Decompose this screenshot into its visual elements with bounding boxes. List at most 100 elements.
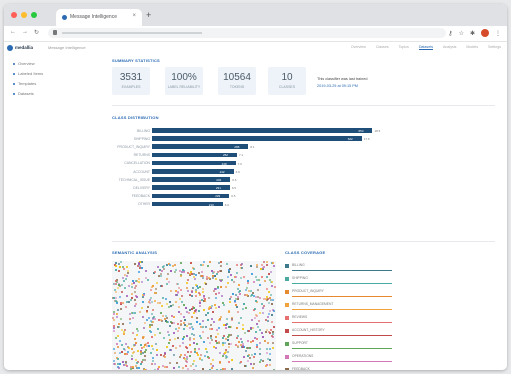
scatter-point (176, 361, 179, 364)
scatter-point (226, 282, 229, 284)
sidebar-item-overview[interactable]: Overview (4, 59, 100, 69)
scatter-point (147, 345, 150, 348)
address-input[interactable] (48, 28, 446, 38)
nav-link-topics[interactable]: Topics (399, 45, 409, 50)
coverage-item[interactable]: FEEDBACK (285, 367, 395, 370)
scatter-point (254, 275, 257, 278)
scatter-point (113, 325, 116, 328)
scatter-point (132, 280, 135, 283)
scatter-point (186, 272, 189, 275)
coverage-item[interactable]: PRODUCT_INQUIRY (285, 289, 395, 301)
scatter-point (204, 355, 207, 358)
nav-link-settings[interactable]: Settings (488, 45, 501, 50)
reload-icon[interactable]: ↻ (34, 29, 39, 36)
star-icon[interactable]: ☆ (459, 30, 464, 37)
scatter-point (141, 301, 144, 304)
sidebar-item-templates[interactable]: Templates (4, 79, 100, 89)
divider (112, 105, 495, 106)
scatter-point (228, 310, 230, 313)
scatter-point (123, 286, 126, 289)
key-icon[interactable]: ⚷ (448, 30, 452, 37)
coverage-item[interactable]: SUPPORT (285, 341, 395, 353)
browser-tab[interactable]: Message Intelligence × (56, 9, 142, 26)
tab-close-icon[interactable]: × (132, 13, 136, 19)
scatter-point (186, 367, 189, 370)
scatter-point (191, 332, 194, 335)
scatter-point (167, 273, 170, 275)
scatter-point (114, 265, 117, 268)
menu-icon[interactable]: ⋮ (495, 30, 501, 37)
maximize-window-button[interactable] (31, 12, 37, 18)
brand-name[interactable]: medallia (15, 45, 33, 50)
scatter-point (262, 311, 265, 314)
new-tab-button[interactable]: + (146, 10, 151, 20)
coverage-item[interactable]: RETURNS_MANAGEMENT (285, 302, 395, 314)
color-swatch-icon (285, 303, 289, 307)
coverage-item[interactable]: SHIPPING (285, 276, 395, 288)
scatter-point (268, 352, 271, 355)
back-icon[interactable]: ← (10, 29, 16, 36)
coverage-item[interactable]: REVIEWS (285, 315, 395, 327)
scatter-point (215, 336, 218, 339)
scatter-point (154, 288, 157, 291)
top-nav: Overview Classes Topics Datasets Analysis Mod… (351, 45, 501, 50)
bar-end-label: 8.1 (250, 145, 255, 150)
scatter-point (216, 329, 219, 332)
scatter-point (264, 340, 267, 343)
scatter-point (271, 309, 274, 312)
close-window-button[interactable] (11, 12, 17, 18)
scatter-point (197, 271, 200, 274)
bar-label: OTHER (138, 202, 150, 207)
scatter-point (117, 363, 119, 365)
scatter-point (127, 285, 130, 288)
scatter-point (138, 367, 141, 370)
stat-card-reliability: 100% LABEL RELIABILITY (165, 67, 203, 95)
forward-icon[interactable]: → (22, 29, 28, 36)
sidebar-item-label: Labeled Items (18, 71, 44, 76)
bar-end-label: 18.5 (374, 128, 381, 133)
scatter-point (256, 344, 258, 347)
stat-value: 3531 (119, 72, 143, 83)
minimize-window-button[interactable] (21, 12, 27, 18)
scatter-point (244, 293, 246, 296)
coverage-title: CLASS COVERAGE (285, 250, 326, 255)
semantic-scatter-plot[interactable] (112, 261, 276, 370)
sidebar-item-datasets[interactable]: Datasets (4, 89, 100, 99)
scatter-point (143, 293, 146, 296)
sidebar-item-labeled[interactable]: Labeled Items (4, 69, 100, 79)
scatter-point (185, 356, 188, 359)
scatter-point (168, 339, 171, 342)
scatter-point (138, 271, 141, 274)
nav-link-analysis[interactable]: Analysis (443, 45, 456, 50)
scatter-point (140, 350, 143, 353)
bar[interactable] (152, 136, 362, 141)
scatter-point (234, 304, 237, 307)
coverage-item[interactable]: ACCOUNT_HISTORY (285, 328, 395, 340)
profile-avatar[interactable] (481, 29, 489, 37)
scatter-point (141, 280, 144, 283)
nav-link-datasets[interactable]: Datasets (418, 45, 434, 50)
scatter-point (184, 360, 187, 363)
scatter-point (152, 321, 154, 323)
coverage-item[interactable]: BILLING (285, 263, 395, 275)
bar-end-label: 6.0 (224, 202, 229, 207)
coverage-item[interactable]: OPERATIONS (285, 354, 395, 366)
scatter-point (195, 283, 198, 286)
training-note: This classifier was last trained (317, 77, 368, 81)
bar-value-label: 286 (234, 145, 240, 150)
scatter-point (250, 294, 253, 297)
nav-link-classes[interactable]: Classes (376, 45, 389, 50)
scatter-point (113, 360, 116, 363)
extension-icon[interactable]: ✱ (470, 30, 475, 37)
training-date-link[interactable]: 2019-03-29 at 09:15 PM (317, 84, 358, 88)
scatter-point (219, 279, 222, 282)
scatter-point (151, 335, 154, 338)
scatter-point (270, 303, 273, 306)
nav-link-models[interactable]: Models (466, 45, 478, 50)
scatter-point (217, 332, 220, 335)
scatter-point (194, 309, 197, 312)
scatter-point (134, 341, 137, 344)
bar[interactable] (152, 128, 373, 133)
scatter-point (136, 362, 139, 364)
nav-link-overview[interactable]: Overview (351, 45, 366, 50)
